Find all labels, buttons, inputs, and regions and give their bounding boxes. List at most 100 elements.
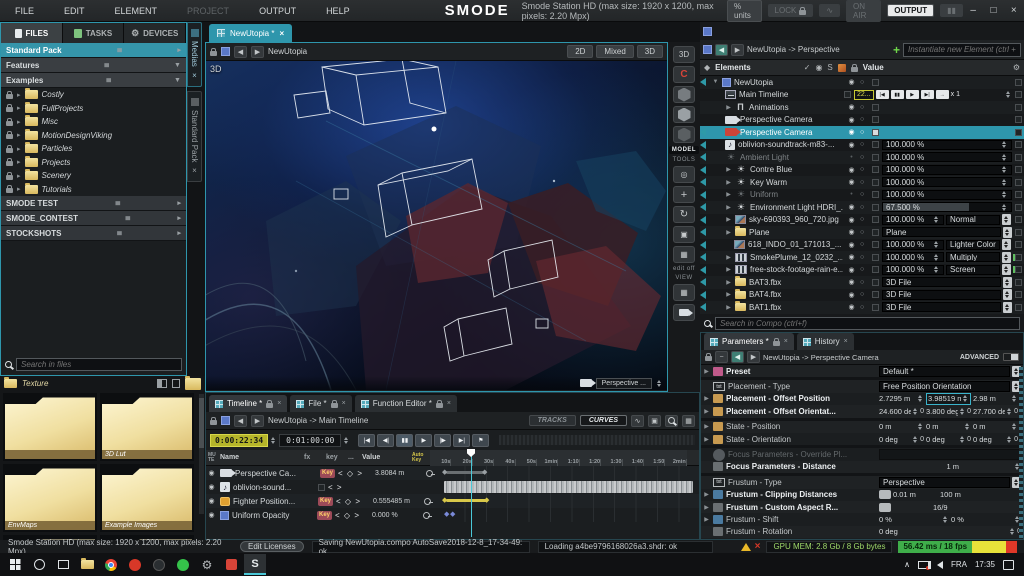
intensity-field[interactable]: 100.000 %: [882, 165, 1012, 175]
preset-field[interactable]: Default *: [879, 366, 1010, 377]
select-checkbox[interactable]: [872, 166, 879, 173]
settings-icon[interactable]: ⚙: [1013, 63, 1020, 72]
expander-icon[interactable]: ▶: [725, 266, 732, 273]
keyframe-nav[interactable]: < ◇ >: [336, 497, 370, 506]
menu-file[interactable]: FILE: [0, 6, 49, 16]
folder-row[interactable]: ▸MotionDesignViking: [1, 129, 186, 143]
playhead[interactable]: [471, 450, 472, 537]
spinner[interactable]: [942, 515, 949, 524]
select-checkbox[interactable]: [872, 304, 879, 311]
forward-button[interactable]: ▶: [747, 351, 760, 363]
select-checkbox[interactable]: [872, 229, 879, 236]
keyframe-icon[interactable]: ◆: [444, 510, 449, 518]
x-field[interactable]: 2.7295 m: [879, 394, 924, 403]
keyframe-icon[interactable]: ◆: [484, 496, 489, 504]
list-icon[interactable]: ≣: [117, 46, 123, 54]
close-icon[interactable]: ×: [190, 166, 199, 175]
select-checkbox[interactable]: [872, 141, 879, 148]
list-icon[interactable]: ≣: [106, 76, 112, 84]
volume-icon[interactable]: [937, 561, 943, 569]
element-row-bat3[interactable]: ▶ BAT3.fbx ◉ ○ 3D File: [700, 276, 1024, 289]
visibility-icon[interactable]: •: [846, 154, 857, 161]
element-name[interactable]: Ambient Light: [740, 153, 843, 162]
timecode-spinner[interactable]: [270, 436, 277, 445]
tab-files[interactable]: FILES: [1, 23, 63, 43]
spinner[interactable]: [917, 394, 924, 403]
settings-button[interactable]: ⚙: [196, 554, 218, 575]
add-element-icon[interactable]: +: [893, 43, 900, 57]
spinner[interactable]: [1001, 178, 1008, 187]
param-row-offset-orientation[interactable]: ▶ Placement - Offset Orientat... 24.600 …: [701, 405, 1023, 417]
close-icon[interactable]: ×: [447, 400, 451, 407]
row-checkbox[interactable]: [1015, 154, 1022, 161]
grid-view-button[interactable]: ▦: [673, 284, 695, 301]
error-icon[interactable]: ×: [755, 541, 761, 552]
row-checkbox[interactable]: [1015, 291, 1022, 298]
param-row-focus-distance[interactable]: Focus Parameters - Distance 1 m: [701, 461, 1023, 473]
element-name[interactable]: BAT1.fbx: [749, 303, 843, 312]
solo-icon[interactable]: ○: [860, 266, 869, 273]
element-name[interactable]: Uniform: [750, 190, 843, 199]
spinner[interactable]: [1001, 140, 1008, 149]
visibility-icon[interactable]: ◉: [846, 216, 857, 224]
list-icon[interactable]: ≣: [115, 199, 121, 207]
element-row-newutopia[interactable]: ▼ NewUtopia ◉ ○: [700, 76, 1024, 89]
menu-element[interactable]: ELEMENT: [100, 6, 173, 16]
param-row-placement-type[interactable]: txt Placement - Type Free Position Orien…: [701, 380, 1023, 392]
expander-icon[interactable]: ▶: [725, 204, 732, 211]
z-field[interactable]: 0 m: [973, 422, 1018, 431]
collapse-icon[interactable]: ▼: [712, 79, 719, 85]
keyframe-icon[interactable]: ◆: [450, 510, 455, 518]
near-value[interactable]: 0.01 m: [893, 490, 938, 499]
type-field[interactable]: 3D File: [882, 302, 1001, 312]
track-row-soundtrack[interactable]: ◉ ♪ oblivion-sound... < >: [206, 480, 699, 494]
placement-type-field[interactable]: Free Position Orientation: [879, 381, 1010, 392]
expander-icon[interactable]: ▸: [17, 145, 21, 153]
frustum-type-field[interactable]: Perspective: [879, 477, 1010, 488]
back-button[interactable]: ◀: [234, 415, 247, 427]
spinner[interactable]: [1001, 190, 1008, 199]
visibility-icon[interactable]: ◉: [846, 241, 857, 249]
row-checkbox[interactable]: [1015, 266, 1022, 273]
folder-row[interactable]: ▸Tutorials: [1, 183, 186, 197]
opacity-field[interactable]: 100.000 %: [882, 240, 944, 250]
element-name[interactable]: Key Warm: [750, 178, 843, 187]
expander-icon[interactable]: ▶: [725, 229, 732, 236]
keyframe-bar[interactable]: [446, 499, 488, 502]
timecode-chip[interactable]: 22...: [854, 90, 874, 100]
select-checkbox[interactable]: [872, 266, 879, 273]
param-row-offset-position[interactable]: ▶ Placement - Offset Position 2.7295 m 3…: [701, 393, 1023, 405]
element-row-ambient-light[interactable]: ☀ Ambient Light • ○ 100.000 %: [700, 151, 1024, 164]
element-row-perspective-camera-selected[interactable]: Perspective Camera ◉ ○: [700, 126, 1024, 139]
texture-scrollbar[interactable]: [199, 394, 204, 514]
expander-icon[interactable]: ▶: [725, 279, 732, 286]
element-row-uniform[interactable]: ▶ ☀ Uniform • ○ 100.000 %: [700, 189, 1024, 202]
tab-history[interactable]: History×: [797, 333, 854, 350]
remove-button[interactable]: −: [715, 351, 728, 363]
stepper[interactable]: [1003, 289, 1012, 300]
close-icon[interactable]: ×: [190, 71, 199, 80]
param-row-preset[interactable]: ▶ Preset Default *: [701, 365, 1023, 377]
key-icon[interactable]: [423, 511, 432, 520]
current-timecode[interactable]: 0:00:22:34: [210, 434, 268, 447]
lock-icon[interactable]: [773, 341, 780, 346]
spinner[interactable]: [959, 435, 966, 444]
track-visibility-icon[interactable]: ◉: [206, 469, 217, 477]
solo-icon[interactable]: ○: [860, 179, 869, 186]
spinner[interactable]: [1009, 527, 1016, 536]
tab-parameters[interactable]: Parameters *×: [704, 333, 794, 350]
go-start-button[interactable]: |◀: [358, 434, 375, 447]
track-value[interactable]: 0.555485 m: [373, 498, 421, 505]
expander-icon[interactable]: ▸: [17, 185, 21, 193]
section-smode-contest[interactable]: SMODE_CONTEST≣▸: [1, 211, 186, 226]
expander-icon[interactable]: ▶: [703, 491, 710, 498]
row-checkbox[interactable]: [1015, 116, 1022, 123]
visibility-icon[interactable]: ◉: [846, 253, 857, 261]
language-indicator[interactable]: FRA: [951, 560, 967, 569]
select-checkbox[interactable]: [872, 216, 879, 223]
element-row-bat4[interactable]: ▶ BAT4.fbx ◉ ○ 3D File: [700, 289, 1024, 302]
forward-button[interactable]: ▶: [251, 46, 264, 58]
spinner[interactable]: [912, 435, 919, 444]
folder-row[interactable]: ▸FullProjects: [1, 102, 186, 116]
window-close-button[interactable]: ×: [1004, 5, 1024, 16]
